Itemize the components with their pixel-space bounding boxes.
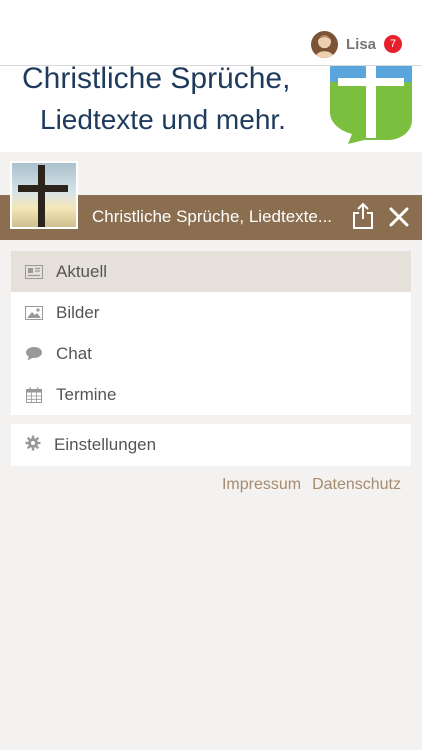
image-icon <box>25 305 43 321</box>
menu-item-aktuell[interactable]: Aktuell <box>11 251 411 292</box>
share-icon[interactable] <box>351 202 375 230</box>
newspaper-icon <box>25 264 43 280</box>
user-profile[interactable]: Lisa 7 <box>310 30 402 58</box>
menu-item-einstellungen[interactable]: Einstellungen <box>11 424 411 466</box>
menu-item-termine[interactable]: Termine <box>11 374 411 415</box>
footer-links: Impressum Datenschutz <box>222 476 401 494</box>
notification-badge[interactable]: 7 <box>384 35 402 53</box>
impressum-link[interactable]: Impressum <box>222 476 301 494</box>
banner-title-line-2: Liedtexte und mehr. <box>40 104 286 135</box>
menu-item-label: Chat <box>56 343 92 363</box>
user-avatar[interactable] <box>310 30 338 58</box>
cross-speech-bubble-logo <box>330 66 412 144</box>
settings-label: Einstellungen <box>54 435 157 454</box>
chat-bubble-icon <box>25 346 43 362</box>
menu-item-label: Aktuell <box>56 261 108 281</box>
datenschutz-link[interactable]: Datenschutz <box>312 476 401 494</box>
calendar-icon <box>25 387 43 403</box>
user-name[interactable]: Lisa <box>346 36 376 53</box>
menu-item-label: Termine <box>56 384 117 404</box>
close-icon[interactable] <box>388 206 410 228</box>
menu-item-bilder[interactable]: Bilder <box>11 292 411 333</box>
page-title: Christliche Sprüche, Liedtexte... <box>92 207 333 226</box>
menu-item-label: Bilder <box>56 302 100 322</box>
channel-thumbnail <box>10 161 78 229</box>
banner: Christliche Sprüche, Liedtexte und mehr. <box>0 66 422 152</box>
navigation-menu: Aktuell Bilder Chat Termine <box>11 251 411 415</box>
gear-icon <box>25 435 41 456</box>
banner-title-line-1: Christliche Sprüche, <box>22 66 291 95</box>
menu-item-chat[interactable]: Chat <box>11 333 411 374</box>
top-bar: Lisa 7 <box>0 0 422 66</box>
